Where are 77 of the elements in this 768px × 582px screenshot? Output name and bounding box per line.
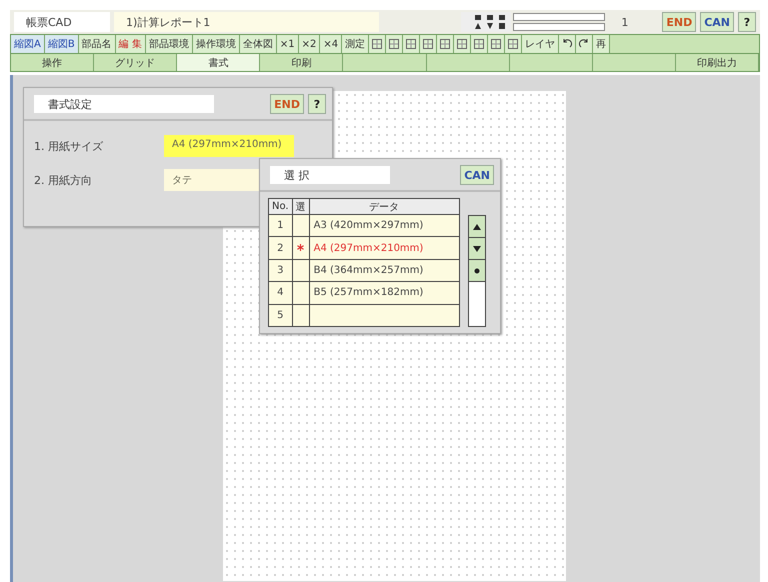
selection-cell[interactable] <box>292 214 310 237</box>
table-cell[interactable]: B4 (364mm×257mm) <box>309 259 460 282</box>
toolbar-button[interactable]: 縮図A <box>11 35 45 53</box>
cancel-button[interactable]: CAN <box>460 165 494 185</box>
dot-icon <box>472 268 481 274</box>
grid-icon <box>389 39 400 49</box>
selection-cell[interactable] <box>292 236 310 260</box>
tool-button[interactable] <box>420 35 438 53</box>
scroll-bar[interactable] <box>468 215 486 327</box>
grid-icon <box>474 39 484 49</box>
scroll-thumb[interactable] <box>468 260 485 282</box>
grid-icon <box>406 39 416 49</box>
dialog-title: 選 択 <box>270 166 390 184</box>
redo-button[interactable] <box>576 35 594 53</box>
column-header: No. <box>268 198 292 214</box>
scroll-up-button[interactable] <box>468 216 485 238</box>
dialog-title: 書式設定 <box>34 95 214 113</box>
grid-icon <box>440 39 450 49</box>
up-arrow-icon <box>472 224 481 230</box>
help-button[interactable]: ? <box>308 94 326 114</box>
table-cell: 2 <box>268 236 292 260</box>
toolbar-button[interactable]: 縮図B <box>44 35 79 53</box>
toolbar-button[interactable]: レイヤ <box>522 35 560 53</box>
grid-icon <box>372 39 382 49</box>
table-cell[interactable]: B5 (257mm×182mm) <box>309 282 460 304</box>
undo-button[interactable] <box>559 35 576 53</box>
scroll-down-button[interactable] <box>468 238 485 260</box>
toolbar-button[interactable]: 全体図 <box>240 35 277 53</box>
table-cell[interactable]: A4 (297mm×210mm) <box>309 236 460 260</box>
selection-cell[interactable] <box>292 304 310 326</box>
field-value[interactable]: A4 (297mm×210mm) <box>164 135 294 157</box>
grid-icon <box>457 39 468 49</box>
field-label: 2. 用紙方向 <box>34 172 93 188</box>
grid-icon <box>491 39 502 49</box>
redo-icon <box>579 39 590 49</box>
grid-icon <box>423 39 434 49</box>
app-name: 帳票CAD <box>14 12 110 32</box>
document-name: 1)計算レポート1 <box>114 12 379 32</box>
table-cell[interactable] <box>309 304 460 326</box>
down-arrow-icon <box>472 246 481 252</box>
tool-button[interactable] <box>454 35 472 53</box>
tool-button[interactable] <box>437 35 454 53</box>
toolbar-button[interactable]: 再 <box>593 35 610 53</box>
toolbar-button[interactable]: 測定 <box>342 35 370 53</box>
arrow-buttons-icon[interactable] <box>461 12 512 32</box>
toolbar-button[interactable]: 操作環境 <box>192 35 240 53</box>
grid-icon <box>508 39 518 49</box>
asterisk-icon <box>297 244 304 251</box>
slider-track[interactable] <box>513 13 606 21</box>
field-label: 1. 用紙サイズ <box>34 138 104 154</box>
toolbar-button[interactable]: ×1 <box>276 35 299 53</box>
tool-button[interactable] <box>471 35 488 53</box>
toolbar-button[interactable]: 編 集 <box>116 35 146 53</box>
table-cell: 1 <box>268 214 292 237</box>
toolbar-button[interactable]: ×2 <box>298 35 320 53</box>
undo-icon <box>562 39 572 49</box>
table-cell: 3 <box>268 259 292 282</box>
toolbar-button[interactable]: 部品名 <box>78 35 116 53</box>
tool-button[interactable] <box>505 35 522 53</box>
counter: 1 <box>621 16 628 28</box>
toolbar-button[interactable]: ×4 <box>320 35 342 53</box>
tool-button[interactable] <box>488 35 506 53</box>
toolbar-button[interactable]: 部品環境 <box>146 35 193 53</box>
cancel-button[interactable]: CAN <box>700 12 734 32</box>
table-cell[interactable]: A3 (420mm×297mm) <box>309 214 460 237</box>
column-header: 選 <box>292 198 310 214</box>
tool-button[interactable] <box>369 35 386 53</box>
tab[interactable]: 書式 <box>177 54 260 71</box>
tool-button[interactable] <box>403 35 420 53</box>
selection-cell[interactable] <box>292 282 310 304</box>
table-cell: 5 <box>268 304 292 326</box>
tool-button[interactable] <box>386 35 404 53</box>
table-cell: 4 <box>268 282 292 304</box>
column-header: データ <box>309 198 460 214</box>
selection-cell[interactable] <box>292 259 310 282</box>
slider-track[interactable] <box>513 23 606 31</box>
help-button[interactable]: ? <box>738 12 756 32</box>
